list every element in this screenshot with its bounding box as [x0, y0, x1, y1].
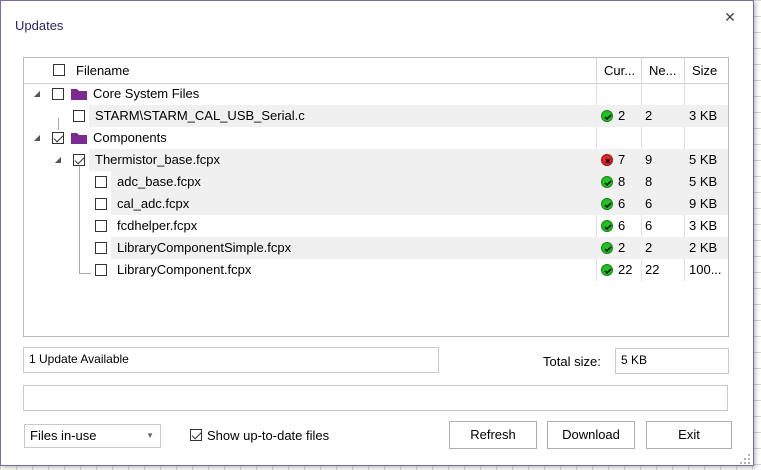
row-size: 9 KB — [689, 196, 718, 211]
row-checkbox[interactable] — [73, 154, 85, 166]
tree-row-fcdhelper[interactable]: fcdhelper.fcpx 6 6 3 KB — [24, 215, 728, 237]
row-size: 5 KB — [689, 152, 718, 167]
update-required-icon — [601, 154, 613, 166]
show-uptodate-label[interactable]: Show up-to-date files — [207, 428, 329, 443]
row-new-version: 22 — [645, 262, 660, 277]
row-current-version: 22 — [618, 262, 633, 277]
row-current-version: 6 — [618, 196, 626, 211]
updates-dialog: Updates ✕ Filename Cur... Ne... Size ◢ C… — [0, 0, 754, 466]
tree-row-library-component-simple[interactable]: LibraryComponentSimple.fcpx 2 2 2 KB — [24, 237, 728, 259]
select-all-checkbox[interactable] — [53, 64, 65, 76]
row-current-version: 6 — [618, 218, 626, 233]
dialog-title: Updates — [15, 18, 64, 33]
row-filename: LibraryComponentSimple.fcpx — [117, 240, 292, 255]
file-filter-value: Files in-use — [30, 428, 97, 443]
row-new-version: 6 — [645, 196, 653, 211]
row-filename: fcdhelper.fcpx — [117, 218, 198, 233]
row-filename: Thermistor_base.fcpx — [95, 152, 220, 167]
tree-header: Filename Cur... Ne... Size — [24, 58, 728, 84]
row-current-version: 2 — [618, 108, 626, 123]
row-checkbox[interactable] — [52, 132, 64, 144]
collapse-icon[interactable]: ◢ — [32, 127, 42, 149]
chevron-down-icon: ▼ — [146, 431, 154, 440]
row-size: 2 KB — [689, 240, 718, 255]
row-filename: Components — [93, 130, 167, 145]
row-filename: STARM\STARM_CAL_USB_Serial.c — [95, 108, 305, 123]
column-size[interactable]: Size — [692, 58, 717, 83]
folder-icon — [71, 133, 87, 144]
folder-icon — [71, 89, 87, 100]
column-filename[interactable]: Filename — [76, 58, 129, 83]
up-to-date-icon — [601, 242, 613, 254]
row-current-version: 2 — [618, 240, 626, 255]
row-size: 3 KB — [689, 108, 718, 123]
tree-row-components[interactable]: ◢ Components — [24, 127, 728, 149]
total-size-field: 5 KB — [615, 348, 729, 374]
download-button[interactable]: Download — [547, 421, 635, 449]
resize-grip-icon[interactable] — [739, 453, 751, 465]
updates-available-field: 1 Update Available — [23, 347, 439, 373]
tree-row-adc-base[interactable]: adc_base.fcpx 8 8 5 KB — [24, 171, 728, 193]
row-filename: cal_adc.fcpx — [117, 196, 190, 211]
tree-row-cal-adc[interactable]: cal_adc.fcpx 6 6 9 KB — [24, 193, 728, 215]
up-to-date-icon — [601, 264, 613, 276]
row-new-version: 2 — [645, 108, 653, 123]
tree-row-core-system-files[interactable]: ◢ Core System Files — [24, 83, 728, 105]
up-to-date-icon — [601, 176, 613, 188]
row-checkbox[interactable] — [73, 110, 85, 122]
file-tree[interactable]: Filename Cur... Ne... Size ◢ Core System… — [23, 57, 729, 337]
row-size: 5 KB — [689, 174, 718, 189]
row-new-version: 8 — [645, 174, 653, 189]
row-size: 100... — [689, 262, 722, 277]
row-filename: LibraryComponent.fcpx — [117, 262, 252, 277]
exit-button[interactable]: Exit — [646, 421, 732, 449]
column-current[interactable]: Cur... — [604, 58, 635, 83]
up-to-date-icon — [601, 110, 613, 122]
row-filename: Core System Files — [93, 86, 200, 101]
tree-row-thermistor-base[interactable]: ◢ Thermistor_base.fcpx 7 9 5 KB — [24, 149, 728, 171]
row-size: 3 KB — [689, 218, 718, 233]
column-new[interactable]: Ne... — [649, 58, 676, 83]
row-checkbox[interactable] — [95, 198, 107, 210]
tree-row-starm[interactable]: STARM\STARM_CAL_USB_Serial.c 2 2 3 KB — [24, 105, 728, 127]
row-current-version: 8 — [618, 174, 626, 189]
tree-row-library-component[interactable]: LibraryComponent.fcpx 22 22 100... — [24, 259, 728, 281]
row-checkbox[interactable] — [95, 176, 107, 188]
row-new-version: 6 — [645, 218, 653, 233]
progress-bar — [23, 385, 728, 411]
row-checkbox[interactable] — [52, 88, 64, 100]
up-to-date-icon — [601, 198, 613, 210]
row-new-version: 9 — [645, 152, 653, 167]
total-size-label: Total size: — [543, 354, 601, 369]
show-uptodate-checkbox[interactable] — [190, 429, 202, 441]
collapse-icon[interactable]: ◢ — [53, 149, 63, 171]
up-to-date-icon — [601, 220, 613, 232]
close-icon[interactable]: ✕ — [722, 9, 738, 25]
row-checkbox[interactable] — [95, 242, 107, 254]
row-checkbox[interactable] — [95, 220, 107, 232]
row-current-version: 7 — [618, 152, 626, 167]
file-filter-dropdown[interactable]: Files in-use ▼ — [24, 424, 161, 448]
row-filename: adc_base.fcpx — [117, 174, 201, 189]
row-checkbox[interactable] — [95, 264, 107, 276]
refresh-button[interactable]: Refresh — [449, 421, 537, 449]
collapse-icon[interactable]: ◢ — [32, 83, 42, 105]
row-new-version: 2 — [645, 240, 653, 255]
